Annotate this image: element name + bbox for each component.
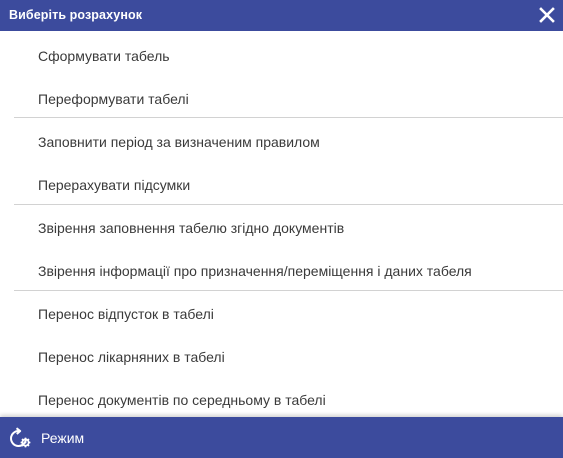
dialog-title: Виберіть розрахунок <box>9 8 143 22</box>
close-icon[interactable] <box>538 6 556 24</box>
menu-item-form-timesheet[interactable]: Сформувати табель <box>0 34 563 77</box>
menu-item-label: Перерахувати підсумки <box>38 177 191 193</box>
menu-item-label: Переформувати табелі <box>38 91 189 107</box>
menu-item-label: Перенос лікарняних в табелі <box>38 349 225 365</box>
menu-item-transfer-average-docs[interactable]: Перенос документів по середньому в табел… <box>0 378 563 421</box>
menu-item-label: Сформувати табель <box>38 48 170 64</box>
menu-item-fill-period[interactable]: Заповнити період за визначеним правилом <box>0 120 563 163</box>
menu-separator <box>14 117 563 118</box>
menu-item-label: Звірення заповнення табелю згідно докуме… <box>38 220 345 236</box>
refresh-gear-icon <box>10 427 31 448</box>
menu-item-label: Перенос документів по середньому в табел… <box>38 392 326 408</box>
menu-item-recalc-totals[interactable]: Перерахувати підсумки <box>0 163 563 206</box>
mode-button[interactable]: Режим <box>0 417 120 458</box>
menu-item-transfer-vacations[interactable]: Перенос відпусток в табелі <box>0 292 563 335</box>
mode-button-label: Режим <box>41 430 85 446</box>
menu-item-label: Перенос відпусток в табелі <box>38 306 214 322</box>
menu-item-reconcile-documents[interactable]: Звірення заповнення табелю згідно докуме… <box>0 206 563 249</box>
dialog-footer: Режим <box>0 417 563 458</box>
menu-separator <box>14 290 563 291</box>
dialog-header: Виберіть розрахунок <box>0 0 563 31</box>
menu-item-label: Заповнити період за визначеним правилом <box>38 134 320 150</box>
menu-item-reform-timesheets[interactable]: Переформувати табелі <box>0 77 563 120</box>
calculation-menu: Сформувати табель Переформувати табелі З… <box>0 31 563 417</box>
menu-item-label: Звірення інформації про призначення/пере… <box>38 263 472 279</box>
menu-separator <box>14 204 563 205</box>
menu-item-reconcile-assignments[interactable]: Звірення інформації про призначення/пере… <box>0 249 563 292</box>
menu-item-transfer-sick-leave[interactable]: Перенос лікарняних в табелі <box>0 335 563 378</box>
